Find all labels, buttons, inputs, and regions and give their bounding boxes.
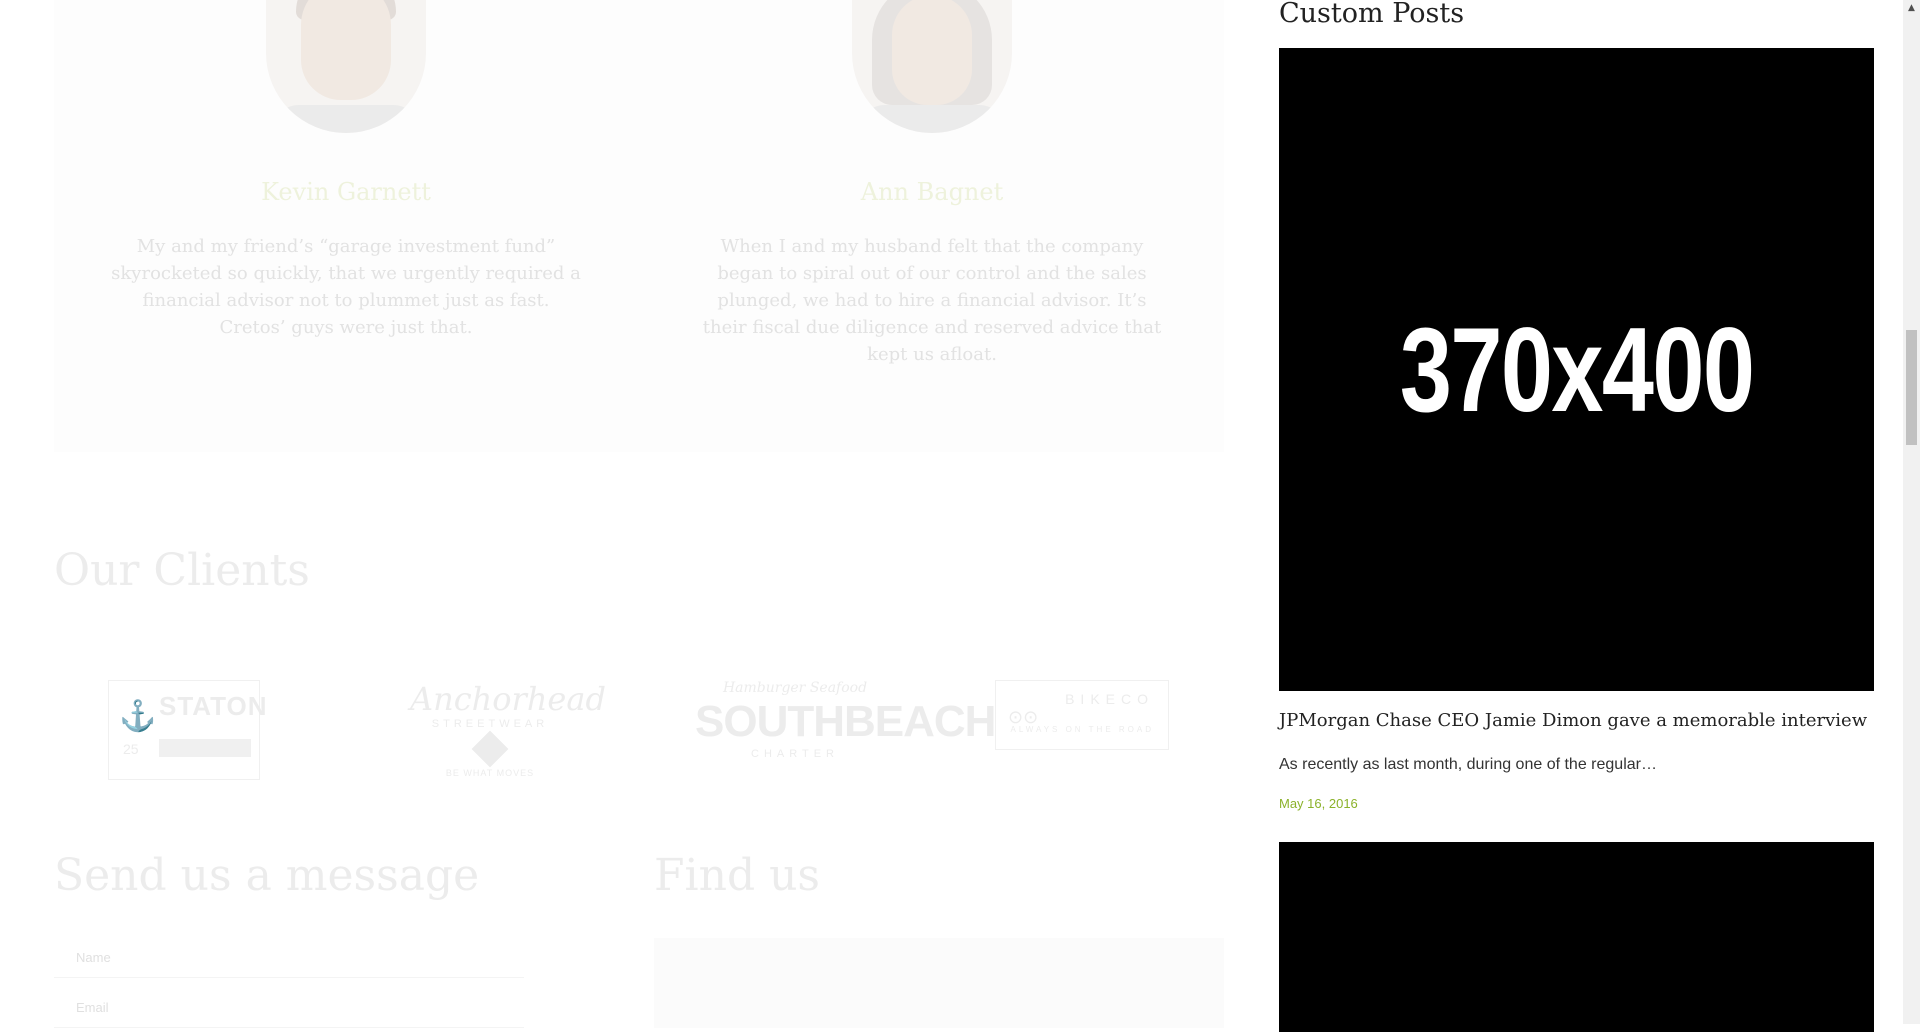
- client-logo-bikeco[interactable]: ⊙⊙ BIKECO ALWAYS ON THE ROAD: [995, 680, 1169, 750]
- testimonial-name: Kevin Garnett: [261, 178, 431, 206]
- logo-text: STATON: [159, 691, 268, 721]
- logo-text: BIKECO: [1065, 691, 1154, 707]
- clients-title: Our Clients: [54, 545, 310, 596]
- post-excerpt: As recently as last month, during one of…: [1279, 756, 1657, 773]
- logo-text: Anchorhead: [410, 680, 606, 718]
- diamond-icon: [471, 730, 509, 768]
- sidebar-title: Custom Posts: [1279, 0, 1465, 29]
- avatar-face: [301, 0, 391, 100]
- logo-script: Hamburger Seafood: [722, 680, 868, 696]
- sidebar: Custom Posts 370x400 JPMorgan Chase CEO …: [1260, 0, 1920, 1032]
- logo-subtext: ALWAYS ON THE ROAD: [1010, 725, 1154, 734]
- testimonial-card: Kevin Garnett My and my friend’s “garage…: [96, 0, 596, 341]
- avatar: [266, 0, 426, 133]
- avatar-face: [892, 0, 972, 105]
- scrollbar-thumb[interactable]: [1906, 330, 1917, 445]
- find-us-title: Find us: [654, 850, 821, 901]
- map[interactable]: [654, 938, 1224, 1028]
- scroll-up-arrow-icon[interactable]: ▲: [1903, 0, 1920, 17]
- testimonial-card: Ann Bagnet When I and my husband felt th…: [682, 0, 1182, 368]
- post-thumbnail[interactable]: 370x400: [1279, 48, 1874, 691]
- placeholder-dimensions: 370x400: [1399, 302, 1755, 437]
- name-field[interactable]: Name: [54, 938, 524, 978]
- main-content: Kevin Garnett My and my friend’s “garage…: [0, 0, 1260, 1028]
- client-logo-staton[interactable]: ⚓ STATON 25: [108, 680, 267, 780]
- logo-subtext: CHARTER: [751, 748, 839, 760]
- avatar: [852, 0, 1012, 133]
- client-logo-anchorhead[interactable]: Anchorhead STREETWEAR BE WHAT MOVES: [410, 680, 606, 778]
- logo-tagline: BE WHAT MOVES: [445, 768, 535, 778]
- testimonial-quote: When I and my husband felt that the comp…: [702, 236, 1162, 365]
- anchor-icon: ⚓: [119, 700, 157, 733]
- testimonial-name: Ann Bagnet: [860, 178, 1004, 206]
- scrollbar[interactable]: ▲: [1903, 0, 1920, 1024]
- logo-text: SOUTHBEACH: [695, 697, 996, 746]
- email-field[interactable]: Email: [54, 988, 524, 1028]
- client-logo-southbeach[interactable]: Hamburger Seafood SOUTHBEACH CHARTER: [695, 680, 996, 778]
- avatar-shirt: [857, 105, 1007, 133]
- logo-subtext: STREETWEAR: [431, 718, 549, 730]
- logo-year: 25: [123, 741, 139, 757]
- post-date: May 16, 2016: [1279, 796, 1358, 811]
- contact-title: Send us a message: [54, 850, 480, 901]
- logo-bar: [159, 739, 251, 757]
- avatar-shirt: [271, 105, 421, 133]
- post-title-link[interactable]: JPMorgan Chase CEO Jamie Dimon gave a me…: [1279, 710, 1867, 731]
- post-thumbnail[interactable]: [1279, 842, 1874, 1032]
- testimonial-quote: My and my friend’s “garage investment fu…: [111, 236, 581, 338]
